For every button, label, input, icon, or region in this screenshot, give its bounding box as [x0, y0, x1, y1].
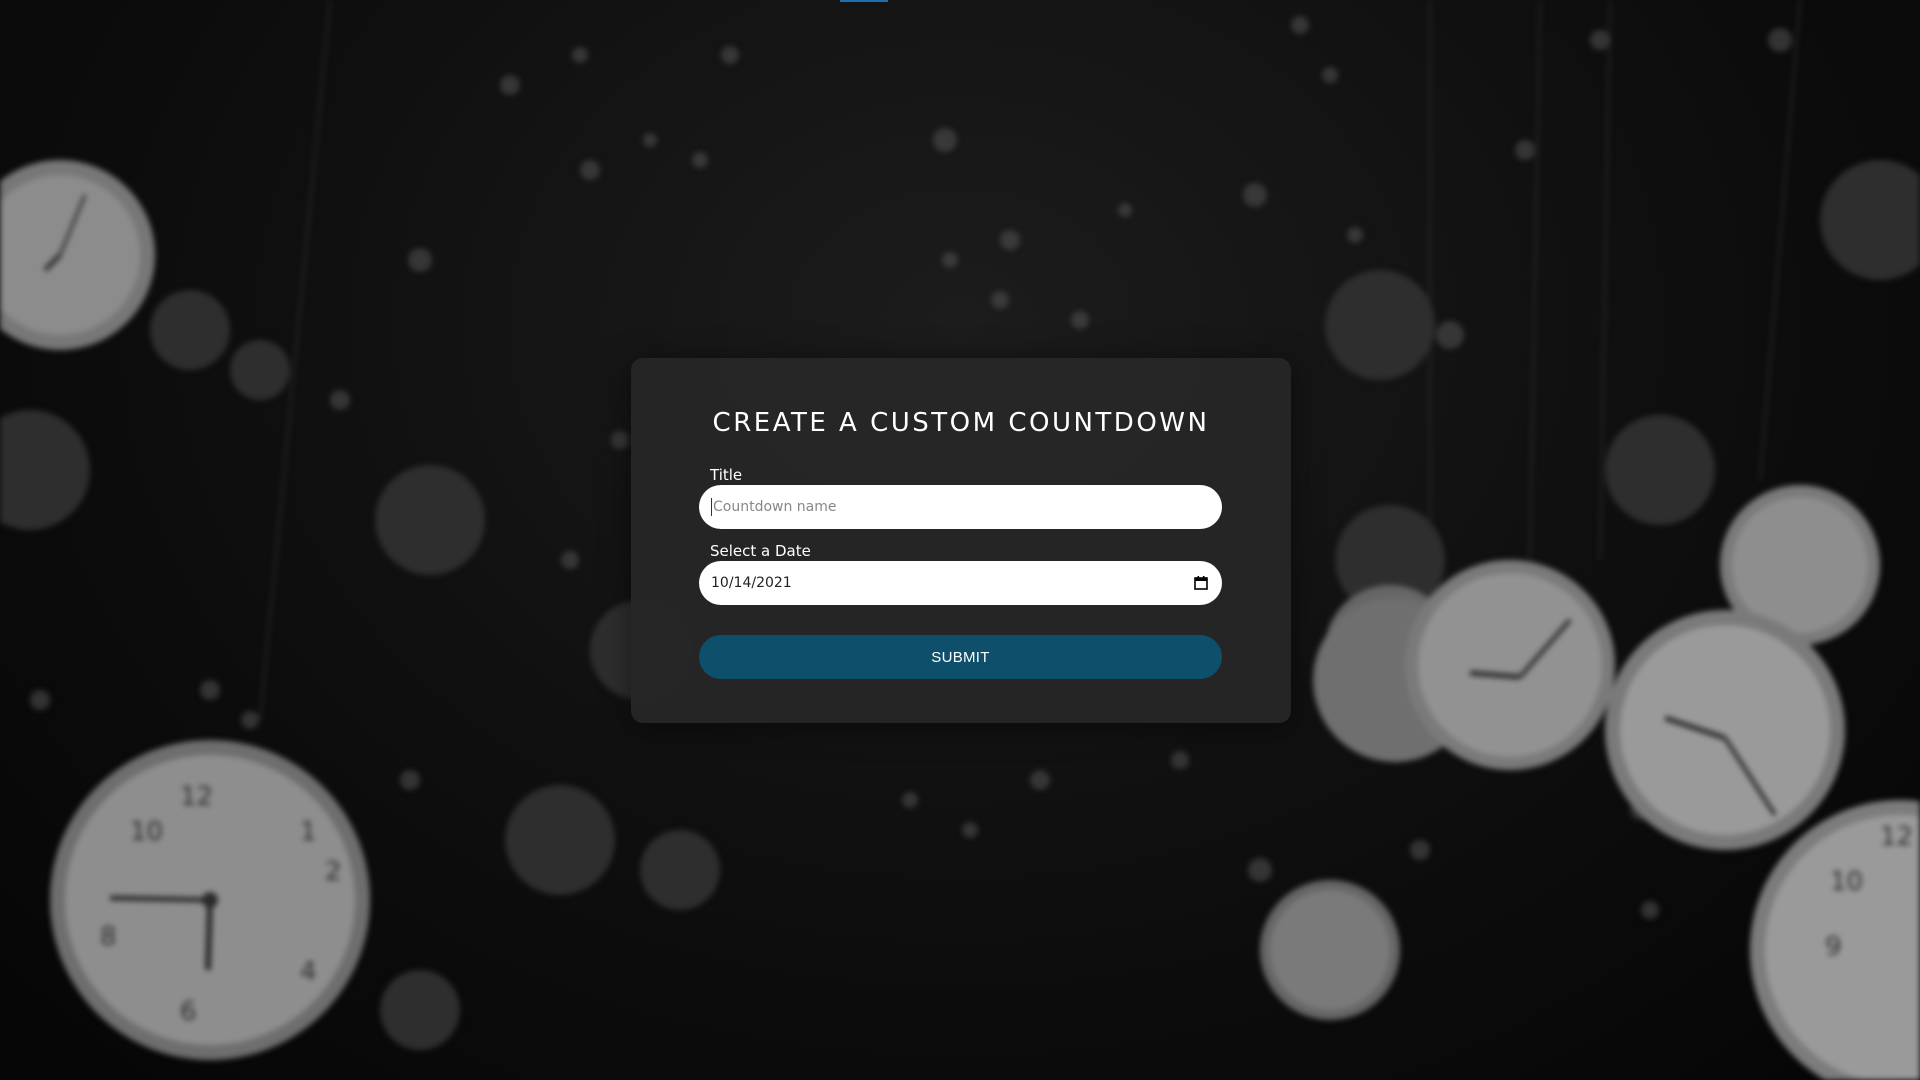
svg-text:12: 12: [1880, 822, 1913, 852]
svg-text:10: 10: [1830, 867, 1863, 897]
date-field[interactable]: 10/14/2021: [699, 561, 1222, 605]
title-field[interactable]: [699, 485, 1222, 529]
text-cursor: [711, 498, 712, 516]
svg-text:8: 8: [100, 922, 117, 952]
date-input[interactable]: 10/14/2021: [711, 575, 1194, 591]
svg-text:1: 1: [300, 817, 317, 847]
svg-text:2: 2: [325, 857, 342, 887]
title-label: Title: [710, 466, 743, 484]
svg-text:9: 9: [1825, 932, 1842, 962]
top-tab-indicator: [840, 0, 888, 2]
page-background: 12 10 1 2 8 4 6 10 9 12 CREATE A CUSTOM …: [0, 0, 1920, 1080]
date-label: Select a Date: [710, 542, 811, 560]
calendar-icon[interactable]: [1194, 576, 1208, 590]
svg-text:12: 12: [180, 782, 213, 812]
title-input[interactable]: [713, 499, 1208, 515]
svg-text:6: 6: [180, 997, 197, 1027]
countdown-form-card: CREATE A CUSTOM COUNTDOWN Title Select a…: [631, 358, 1291, 723]
form-heading: CREATE A CUSTOM COUNTDOWN: [712, 408, 1210, 438]
submit-button[interactable]: SUBMIT: [699, 635, 1222, 679]
svg-text:10: 10: [130, 817, 163, 847]
svg-text:4: 4: [300, 957, 317, 987]
